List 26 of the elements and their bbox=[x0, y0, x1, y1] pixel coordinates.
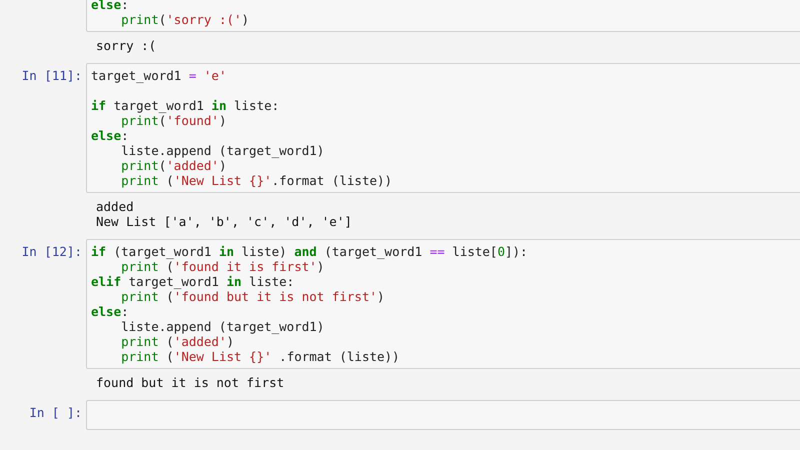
code-line: elif target_word1 in liste: bbox=[91, 274, 296, 289]
code-line: print ('found but it is not first') bbox=[120, 289, 386, 304]
code-line: print ('New List {}' .format (liste)) bbox=[120, 349, 401, 364]
output-text: found but it is not first bbox=[96, 375, 286, 390]
code-line: print ('found it is first') bbox=[120, 259, 326, 274]
code-line: print ('added') bbox=[120, 334, 236, 349]
code-cell[interactable]: target_word1 = 'e' if target_word1 in liste: print('found') else: liste.append (target_word1) print('added') print ('New List {}'.format (liste)) bbox=[86, 63, 800, 193]
code-line: target_word1 = 'e' bbox=[91, 68, 228, 83]
code-line: else: bbox=[91, 128, 130, 143]
output-text: New List ['a', 'b', 'c', 'd', 'e'] bbox=[96, 214, 353, 229]
output-text: sorry :( bbox=[96, 38, 158, 53]
code-line: print('found') bbox=[120, 113, 228, 128]
code-line: print('added') bbox=[120, 158, 228, 173]
code-cell[interactable] bbox=[86, 239, 800, 369]
cell-prompt: In [11]: bbox=[20, 67, 83, 85]
cell-prompt: In [ ]: bbox=[28, 404, 83, 422]
output-text: added bbox=[96, 199, 135, 214]
code-line: print('sorry :(') bbox=[120, 12, 250, 27]
code-line: if (target_word1 in liste) and (target_word1 == liste[0]): bbox=[91, 244, 529, 259]
code-line: print ('New List {}'.format (liste)) bbox=[120, 173, 394, 188]
code-cell[interactable] bbox=[86, 400, 800, 430]
cell-prompt: In [12]: bbox=[20, 243, 83, 261]
code-line: else: bbox=[91, 304, 130, 319]
code-line: liste.append (target_word1) bbox=[120, 143, 326, 158]
code-line: if target_word1 in liste: bbox=[91, 98, 280, 113]
code-line: liste.append (target_word1) bbox=[120, 319, 326, 334]
